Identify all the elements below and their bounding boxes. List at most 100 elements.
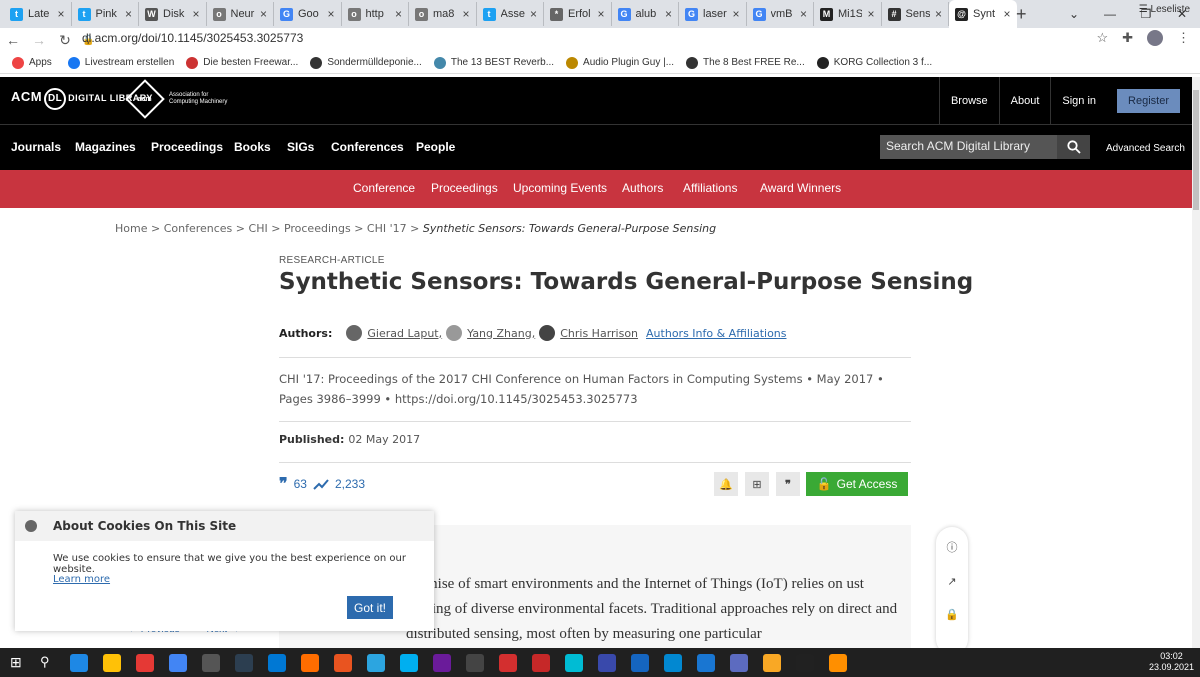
browser-tab[interactable]: * Erfol ×: [544, 2, 612, 26]
bookmark-item[interactable]: Livestream erstellen: [67, 56, 174, 69]
subnav-conference[interactable]: Conference: [353, 181, 415, 195]
taskbar-app-icon[interactable]: [565, 653, 583, 672]
tab-close-icon[interactable]: ×: [867, 7, 874, 21]
taskbar-app-icon[interactable]: [70, 653, 88, 672]
tab-close-icon[interactable]: ×: [935, 7, 942, 21]
author-link[interactable]: Yang Zhang,: [467, 327, 535, 340]
taskbar-app-icon[interactable]: [829, 653, 847, 672]
taskbar-app-icon[interactable]: [499, 653, 517, 672]
taskbar-app-icon[interactable]: [631, 653, 649, 672]
taskbar-app-icon[interactable]: [697, 653, 715, 672]
browser-tab[interactable]: @ Synt ×: [949, 0, 1017, 28]
tab-close-icon[interactable]: ×: [462, 7, 469, 21]
browser-tab[interactable]: t Late ×: [4, 2, 72, 26]
tab-close-icon[interactable]: ×: [1003, 7, 1010, 21]
nav-conferences[interactable]: Conferences: [331, 140, 404, 154]
acm-association-logo[interactable]: acm Association for Computing Machinery: [125, 79, 227, 119]
tab-close-icon[interactable]: ×: [260, 7, 267, 21]
taskbar-app-icon[interactable]: [301, 653, 319, 672]
taskbar-app-icon[interactable]: [664, 653, 682, 672]
taskbar-app-icon[interactable]: [796, 653, 814, 672]
taskbar-app-icon[interactable]: [598, 653, 616, 672]
taskbar-app-icon[interactable]: [532, 653, 550, 672]
author-link[interactable]: Chris Harrison: [560, 327, 638, 340]
trending-icon[interactable]: ↗: [947, 575, 956, 588]
nav-magazines[interactable]: Magazines: [75, 140, 136, 154]
add-to-binder-button[interactable]: ⊞: [745, 472, 769, 496]
address-bar[interactable]: dl.acm.org/doi/10.1145/3025453.3025773: [82, 31, 303, 45]
nav-books[interactable]: Books: [234, 140, 271, 154]
subnav-upcoming-events[interactable]: Upcoming Events: [513, 181, 607, 195]
taskbar-app-icon[interactable]: [400, 653, 418, 672]
taskbar-app-icon[interactable]: [763, 653, 781, 672]
minimize-button[interactable]: —: [1092, 7, 1128, 21]
advanced-search-link[interactable]: Advanced Search: [1106, 143, 1185, 154]
taskbar-app-icon[interactable]: [367, 653, 385, 672]
browser-tab[interactable]: GvmB ×: [747, 2, 814, 26]
nav-journals[interactable]: Journals: [11, 140, 61, 154]
breadcrumb-conferences[interactable]: Conferences: [164, 222, 233, 235]
breadcrumb-proceedings[interactable]: Proceedings: [284, 222, 351, 235]
browser-tab[interactable]: t Pink ×: [72, 2, 139, 26]
bookmark-item[interactable]: The 8 Best FREE Re...: [686, 56, 805, 69]
register-button[interactable]: Register: [1117, 88, 1180, 113]
taskbar-app-icon[interactable]: [103, 653, 121, 672]
browser-tab[interactable]: t Asse ×: [477, 2, 544, 26]
authors-info-link[interactable]: Authors Info & Affiliations: [646, 327, 786, 340]
learn-more-link[interactable]: Learn more: [53, 574, 110, 585]
windows-start-icon[interactable]: ⊞: [10, 654, 28, 672]
citation-count[interactable]: 63: [294, 477, 307, 491]
cite-button[interactable]: ❞: [776, 472, 800, 496]
tab-search-icon[interactable]: ⌄: [1056, 7, 1092, 21]
breadcrumb-home[interactable]: Home: [115, 222, 147, 235]
taskbar-app-icon[interactable]: [169, 653, 187, 672]
taskbar-app-icon[interactable]: [334, 653, 352, 672]
lock-icon[interactable]: 🔒: [945, 608, 959, 621]
tab-close-icon[interactable]: ×: [395, 7, 402, 21]
browser-tab[interactable]: o ma8 ×: [409, 2, 477, 26]
tab-close-icon[interactable]: ×: [192, 7, 199, 21]
subnav-authors[interactable]: Authors: [622, 181, 663, 195]
nav-sign-in[interactable]: Sign in: [1050, 77, 1107, 124]
subnav-award-winners[interactable]: Award Winners: [760, 181, 841, 195]
browser-tab[interactable]: o http ×: [342, 2, 409, 26]
taskbar-app-icon[interactable]: [136, 653, 154, 672]
browser-tab[interactable]: W Disk ×: [139, 2, 207, 26]
browser-tab[interactable]: Glaser ×: [679, 2, 747, 26]
breadcrumb-chi17[interactable]: CHI '17: [367, 222, 407, 235]
subnav-affiliations[interactable]: Affiliations: [683, 181, 737, 195]
nav-sigs[interactable]: SIGs: [287, 140, 314, 154]
browser-tab[interactable]: o Neur ×: [207, 2, 274, 26]
browser-tab[interactable]: M Mi1S ×: [814, 2, 882, 26]
reading-list[interactable]: ☰ Leseliste: [1139, 4, 1190, 15]
browser-tab[interactable]: G Goo ×: [274, 2, 342, 26]
browser-tab[interactable]: Galub ×: [612, 2, 679, 26]
get-access-button[interactable]: 🔓 Get Access: [806, 472, 908, 496]
menu-icon[interactable]: ⋮: [1177, 30, 1190, 46]
search-input[interactable]: Search ACM Digital Library: [880, 135, 1057, 159]
taskbar-app-icon[interactable]: [202, 653, 220, 672]
tab-close-icon[interactable]: ×: [327, 7, 334, 21]
tab-close-icon[interactable]: ×: [57, 7, 64, 21]
taskbar-app-icon[interactable]: [466, 653, 484, 672]
nav-browse[interactable]: Browse: [938, 77, 999, 124]
bookmark-item[interactable]: Sondermülldeponie...: [310, 56, 422, 69]
search-icon[interactable]: ⚲: [40, 654, 58, 672]
alert-bell-button[interactable]: 🔔: [714, 472, 738, 496]
nav-people[interactable]: People: [416, 140, 455, 154]
scrollbar-thumb[interactable]: [1193, 90, 1199, 210]
tab-close-icon[interactable]: ×: [665, 7, 672, 21]
bookmark-item[interactable]: Die besten Freewar...: [186, 56, 298, 69]
search-button[interactable]: [1057, 135, 1090, 159]
tab-close-icon[interactable]: ×: [732, 7, 739, 21]
back-icon[interactable]: ←: [0, 32, 26, 48]
browser-tab[interactable]: # Sens ×: [882, 2, 949, 26]
info-icon[interactable]: ⓘ: [947, 539, 958, 555]
taskbar-app-icon[interactable]: [730, 653, 748, 672]
extensions-icon[interactable]: ✚: [1122, 30, 1133, 46]
breadcrumb-chi[interactable]: CHI: [249, 222, 268, 235]
tab-close-icon[interactable]: ×: [530, 7, 537, 21]
bookmark-star-icon[interactable]: ☆: [1096, 30, 1108, 46]
author-link[interactable]: Gierad Laput,: [367, 327, 442, 340]
tab-close-icon[interactable]: ×: [800, 7, 807, 21]
